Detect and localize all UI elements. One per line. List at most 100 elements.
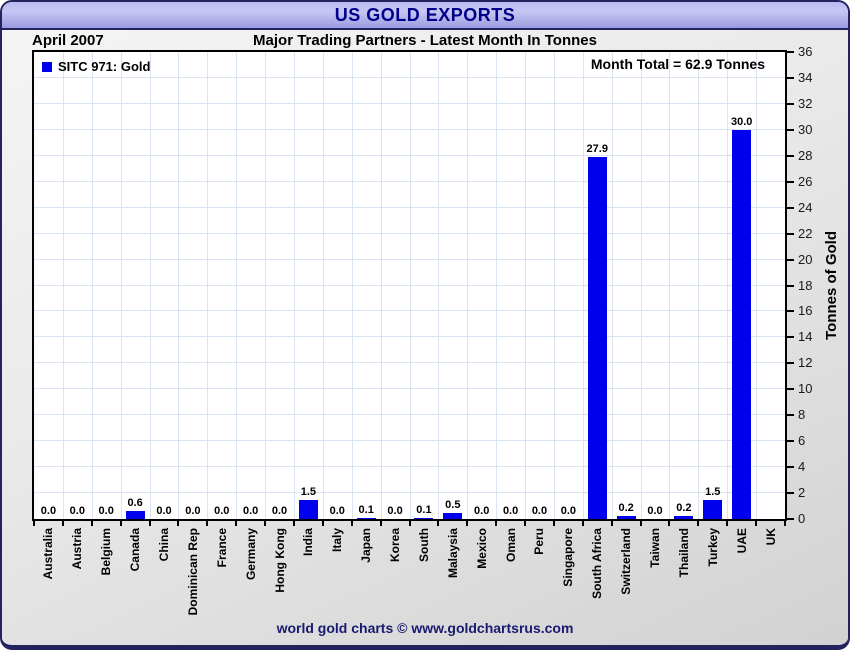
v-gridline [62, 52, 64, 519]
y-axis-tick [787, 466, 794, 469]
x-tick-label: Italy [330, 528, 345, 553]
v-gridline [91, 52, 93, 519]
y-axis-tick [787, 128, 794, 131]
x-axis-tick [437, 521, 440, 526]
y-axis-tick [787, 336, 794, 339]
x-tick-label: Taiwan [648, 528, 662, 568]
bar-turkey [703, 500, 723, 519]
y-axis-tick [787, 362, 794, 365]
y-tick-label: 18 [798, 277, 813, 293]
x-tick-label: Peru [532, 528, 547, 555]
v-gridline [409, 52, 411, 519]
x-tick-label: Belgium [99, 528, 114, 576]
bar-value-label: 1.5 [300, 486, 317, 498]
x-axis-tick [726, 521, 729, 526]
y-axis-tick [787, 518, 794, 520]
y-axis-title: Tonnes of Gold [814, 50, 848, 521]
v-gridline [467, 52, 469, 519]
v-gridline [120, 52, 122, 519]
bar-value-label: 0.0 [560, 505, 576, 517]
x-axis-tick [379, 521, 382, 526]
x-tick-label: Mexico [474, 528, 489, 569]
x-tick-label: South Africa [590, 528, 605, 599]
y-tick-label: 32 [798, 95, 813, 111]
v-gridline [669, 52, 671, 519]
x-tick-label: Malaysia [445, 528, 460, 579]
x-tick-label: South [416, 528, 431, 562]
y-tick-label: 0 [798, 511, 806, 526]
v-gridline [438, 52, 440, 519]
y-axis-tick [787, 310, 794, 313]
v-gridline [698, 52, 700, 519]
v-gridline [380, 52, 382, 519]
x-axis-tick [697, 521, 700, 526]
bar-value-label: 30.0 [730, 116, 753, 128]
x-tick-label: Singapore [561, 528, 576, 587]
bar-south-africa [587, 157, 607, 519]
x-axis-tick [177, 521, 180, 526]
x-axis-tick [292, 521, 295, 526]
v-gridline [525, 52, 527, 519]
x-tick-label: Switzerland [619, 528, 634, 595]
y-axis-title-text: Tonnes of Gold [822, 231, 840, 340]
x-tick-label: Japan [359, 528, 374, 563]
v-gridline [351, 52, 353, 519]
x-tick-label: Hong Kong [272, 528, 287, 593]
v-gridline [553, 52, 555, 519]
y-tick-label: 26 [798, 173, 813, 189]
month-total-annotation: Month Total = 62.9 Tonnes [590, 56, 765, 72]
x-axis-tick [784, 521, 786, 526]
v-gridline [322, 52, 324, 519]
x-axis-tick [33, 521, 35, 526]
x-tick-label: Dominican Rep [185, 528, 200, 616]
v-gridline [496, 52, 498, 519]
x-axis-tick [610, 521, 613, 526]
y-axis-tick [787, 76, 794, 79]
x-tick-label: UAE [734, 528, 749, 554]
x-axis-tick [235, 521, 238, 526]
x-axis-tick [755, 521, 758, 526]
y-axis-tick [787, 440, 794, 443]
y-tick-label: 36 [798, 44, 813, 59]
y-axis-tick [787, 102, 794, 105]
chart-area: 0.0 0.0 0.0 0.6 0.0 0.0 0.0 0.0 0.0 1.5 0.0 0.1 0.0 0… [2, 2, 848, 645]
y-axis-tick [787, 232, 794, 235]
x-tick-label: France [214, 528, 229, 568]
bar-value-label: 0.2 [676, 502, 692, 514]
v-gridline [207, 52, 209, 519]
y-axis-tick [787, 180, 794, 183]
bar-value-label: 1.5 [705, 486, 721, 498]
y-axis-tick [787, 51, 794, 53]
v-gridline [582, 52, 584, 519]
x-tick-label: Thailand [676, 528, 691, 578]
x-axis-tick [148, 521, 151, 526]
bar-uae [732, 130, 752, 519]
y-tick-label: 24 [798, 199, 813, 215]
v-gridline [178, 52, 180, 519]
x-tick-label: Oman [503, 528, 518, 563]
y-tick-label: 6 [798, 433, 806, 449]
bar-value-label: 27.9 [586, 143, 608, 155]
x-axis-tick [408, 521, 411, 526]
x-tick-label: Australia [41, 528, 56, 580]
y-axis-tick [787, 154, 794, 157]
y-axis-tick [787, 284, 794, 287]
legend-label: SITC 971: Gold [58, 59, 151, 74]
y-tick-label: 28 [798, 147, 813, 163]
x-axis-tick [90, 521, 93, 526]
x-tick-label: China [156, 528, 171, 562]
x-tick-label: UK [763, 528, 778, 546]
x-axis-tick [206, 521, 209, 526]
bar-thailand [674, 516, 694, 519]
x-tick-label: India [301, 528, 316, 557]
x-axis-tick [668, 521, 671, 526]
x-tick-label: Germany [243, 528, 258, 581]
x-axis-tick [524, 521, 527, 526]
plot-area: 0.0 0.0 0.0 0.6 0.0 0.0 0.0 0.0 0.0 1.5 0.0 0.1 0.0 0… [32, 50, 787, 521]
y-tick-label: 20 [798, 251, 813, 267]
y-axis-tick [787, 258, 794, 261]
bar-south [414, 518, 434, 519]
legend: SITC 971: Gold [42, 59, 150, 74]
y-tick-label: 8 [798, 407, 806, 423]
y-tick-label: 4 [798, 459, 806, 475]
